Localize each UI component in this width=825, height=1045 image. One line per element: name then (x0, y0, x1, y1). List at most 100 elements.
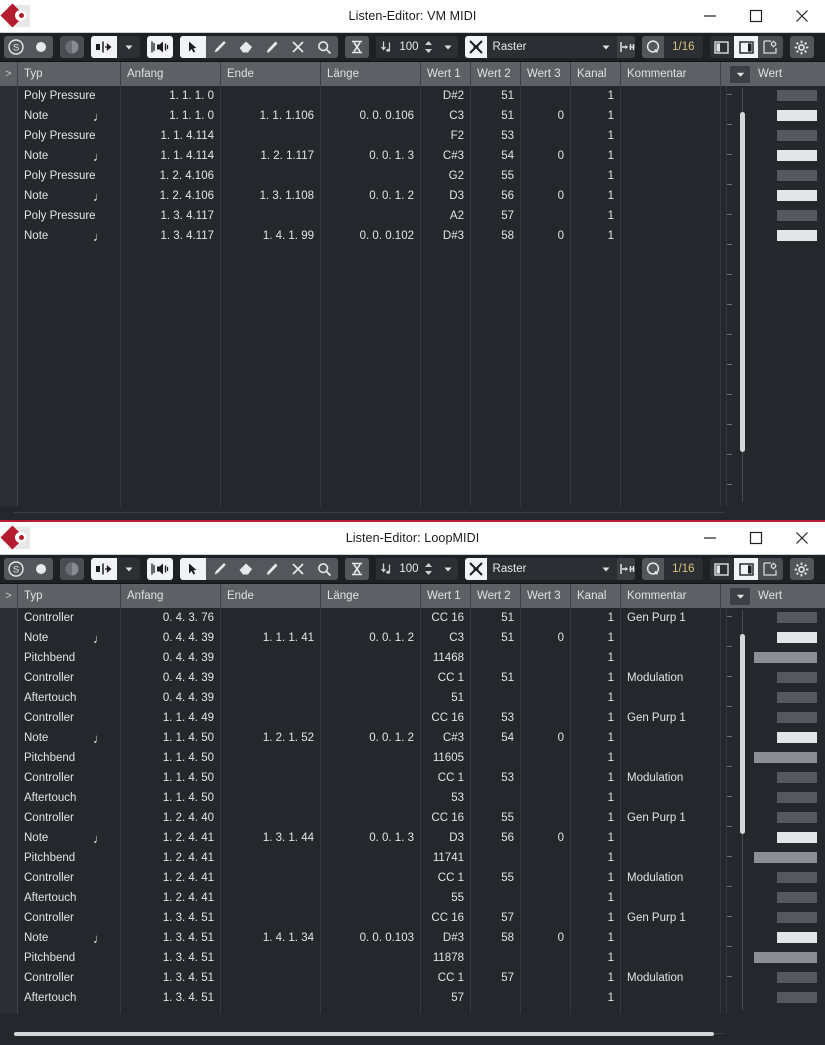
cell-kommentar[interactable]: Modulation (621, 768, 721, 788)
cell-typ[interactable]: Note ♩ (18, 928, 121, 948)
cell-ende[interactable]: 1. 3. 1.108 (221, 186, 321, 206)
cell-typ[interactable]: Note ♩ (18, 106, 121, 126)
cell-ende[interactable] (221, 86, 321, 106)
cell-kommentar[interactable] (621, 206, 721, 226)
cell-kommentar[interactable] (621, 86, 721, 106)
close-icon[interactable] (779, 0, 825, 32)
cell-wert1[interactable]: 57 (421, 988, 471, 1008)
cell-laenge[interactable] (321, 166, 421, 186)
cell-wert2[interactable] (471, 748, 521, 768)
cell-ende[interactable] (221, 988, 321, 1008)
cell-anfang[interactable]: 1. 2. 4. 41 (121, 828, 221, 848)
cell-kommentar[interactable] (621, 828, 721, 848)
cell-wert2[interactable]: 57 (471, 968, 521, 988)
cell-typ[interactable]: Poly Pressure (18, 86, 121, 106)
cell-ende[interactable] (221, 166, 321, 186)
cell-kanal[interactable]: 1 (571, 226, 621, 246)
cell-wert1[interactable]: CC 16 (421, 808, 471, 828)
insert-mode-dropdown[interactable] (117, 558, 140, 580)
cell-wert1[interactable]: CC 1 (421, 868, 471, 888)
insert-mode-button[interactable] (91, 36, 118, 58)
cell-kanal[interactable]: 1 (571, 908, 621, 928)
value-bar[interactable] (777, 612, 817, 623)
cell-wert2[interactable]: 58 (471, 226, 521, 246)
grid-type-combo[interactable]: Raster (486, 558, 617, 580)
cell-wert3[interactable] (521, 868, 571, 888)
cell-laenge[interactable]: 0. 0. 1. 2 (321, 728, 421, 748)
cell-kommentar[interactable] (621, 728, 721, 748)
cell-anfang[interactable]: 0. 4. 3. 76 (121, 608, 221, 628)
cell-ende[interactable] (221, 788, 321, 808)
table-row[interactable]: Poly Pressure 1. 3. 4.117 A2 57 1 (0, 206, 727, 226)
cell-wert1[interactable]: D#3 (421, 928, 471, 948)
quantize-value-field[interactable]: 1/16 (664, 36, 703, 58)
cell-wert3[interactable] (521, 768, 571, 788)
tool-erase[interactable] (232, 558, 259, 580)
grid-type-combo[interactable]: Raster (486, 36, 617, 58)
cell-anfang[interactable]: 1. 3. 4.117 (121, 226, 221, 246)
cell-wert3[interactable] (521, 948, 571, 968)
value-bar[interactable] (777, 732, 817, 743)
cell-ende[interactable] (221, 708, 321, 728)
tool-delete[interactable] (285, 558, 312, 580)
minimize-icon[interactable] (687, 522, 733, 554)
cell-wert3[interactable] (521, 206, 571, 226)
cell-laenge[interactable] (321, 648, 421, 668)
value-bar[interactable] (777, 832, 817, 843)
cell-typ[interactable]: Controller (18, 868, 121, 888)
cell-kanal[interactable]: 1 (571, 928, 621, 948)
cell-wert2[interactable]: 51 (471, 668, 521, 688)
value-bar[interactable] (754, 952, 817, 963)
cell-anfang[interactable]: 0. 4. 4. 39 (121, 628, 221, 648)
cell-anfang[interactable]: 1. 2. 4.106 (121, 186, 221, 206)
cell-wert3[interactable]: 0 (521, 928, 571, 948)
cell-anfang[interactable]: 1. 3. 4. 51 (121, 928, 221, 948)
cell-wert1[interactable]: F2 (421, 126, 471, 146)
table-row[interactable]: Controller 1. 2. 4. 41 CC 1 55 1 Modulation (0, 868, 727, 888)
cell-kommentar[interactable] (621, 126, 721, 146)
cell-kanal[interactable]: 1 (571, 106, 621, 126)
table-row[interactable]: Note ♩ 0. 4. 4. 39 1. 1. 1. 41 0. 0. 1. 2 C3 5… (0, 628, 727, 648)
cell-kommentar[interactable] (621, 688, 721, 708)
cell-wert1[interactable]: CC 1 (421, 768, 471, 788)
table-row[interactable]: Controller 1. 1. 4. 50 CC 1 53 1 Modulation (0, 768, 727, 788)
column-header-laenge[interactable]: Länge (321, 62, 421, 86)
cell-anfang[interactable]: 1. 2. 4. 40 (121, 808, 221, 828)
cell-wert3[interactable] (521, 688, 571, 708)
cell-wert2[interactable]: 57 (471, 908, 521, 928)
cell-wert1[interactable]: 11468 (421, 648, 471, 668)
cell-anfang[interactable]: 0. 4. 4. 39 (121, 668, 221, 688)
value-bar[interactable] (777, 932, 817, 943)
cell-wert1[interactable]: C3 (421, 628, 471, 648)
value-bar[interactable] (777, 772, 817, 783)
snap-button[interactable] (464, 36, 487, 58)
cell-kanal[interactable]: 1 (571, 828, 621, 848)
cell-anfang[interactable]: 1. 2. 4. 41 (121, 888, 221, 908)
solo-button[interactable]: S (4, 36, 29, 58)
cell-kanal[interactable]: 1 (571, 748, 621, 768)
expand-column-header[interactable]: > (0, 584, 18, 608)
table-row[interactable]: Controller 0. 4. 4. 39 CC 1 51 1 Modulation (0, 668, 727, 688)
insert-velocity-field[interactable]: 100 (375, 36, 437, 58)
cell-wert3[interactable] (521, 608, 571, 628)
cell-kommentar[interactable] (621, 186, 721, 206)
acoustic-feedback-button[interactable] (59, 558, 85, 580)
column-header-typ[interactable]: Typ (18, 62, 121, 86)
cell-laenge[interactable] (321, 968, 421, 988)
cell-typ[interactable]: Aftertouch (18, 888, 121, 908)
tool-zoom[interactable] (311, 36, 338, 58)
cell-kanal[interactable]: 1 (571, 988, 621, 1008)
cell-anfang[interactable]: 1. 2. 4. 41 (121, 848, 221, 868)
cell-wert3[interactable]: 0 (521, 186, 571, 206)
column-header-kanal[interactable]: Kanal (571, 62, 621, 86)
cell-ende[interactable] (221, 668, 321, 688)
cell-wert1[interactable]: CC 16 (421, 708, 471, 728)
cell-laenge[interactable]: 0. 0. 0.102 (321, 226, 421, 246)
cell-anfang[interactable]: 1. 1. 4. 50 (121, 768, 221, 788)
cell-wert2[interactable] (471, 648, 521, 668)
table-row[interactable]: Controller 1. 2. 4. 40 CC 16 55 1 Gen Purp 1 (0, 808, 727, 828)
cell-kommentar[interactable] (621, 166, 721, 186)
cell-kommentar[interactable] (621, 888, 721, 908)
cell-kommentar[interactable]: Gen Purp 1 (621, 608, 721, 628)
cell-wert1[interactable]: 51 (421, 688, 471, 708)
